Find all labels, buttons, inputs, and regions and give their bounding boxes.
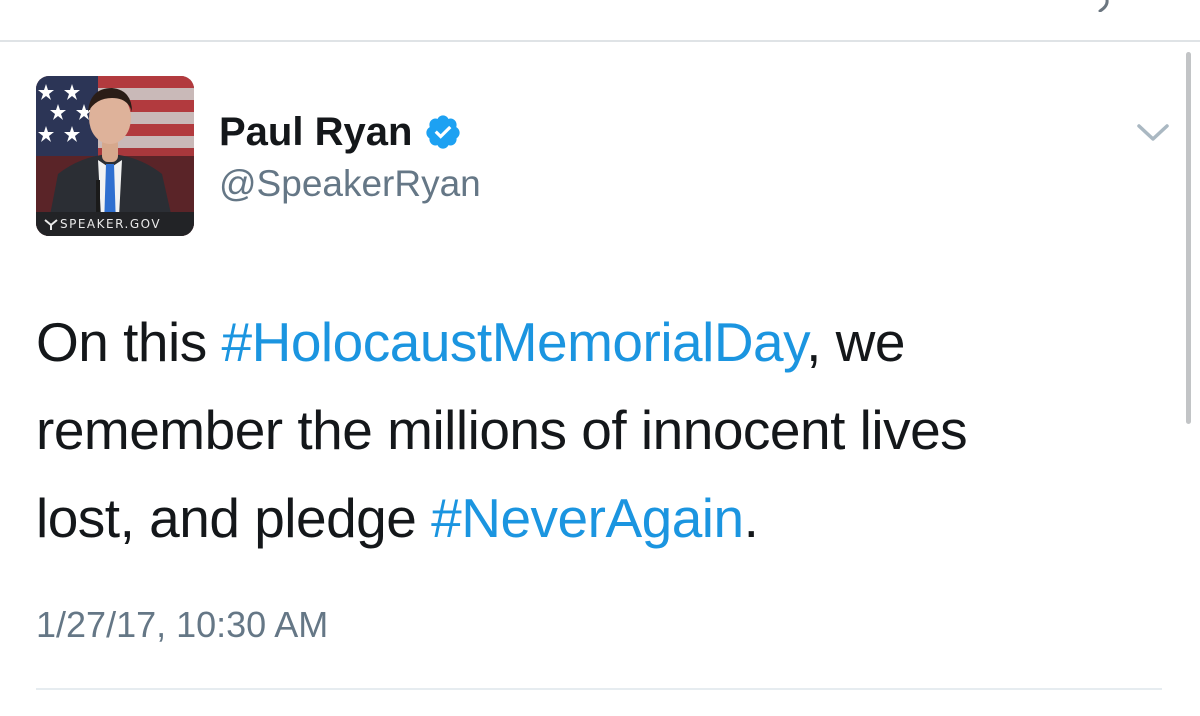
top-edge-partial-glyph (1098, 0, 1109, 12)
tweet-text-segment: , we (806, 311, 905, 373)
author-name-row[interactable]: Paul Ryan (219, 107, 462, 157)
tweet-text-segment: On this (36, 311, 222, 373)
tweet-text-line-3: lost, and pledge #NeverAgain. (36, 474, 1146, 562)
tweet-text-segment: . (743, 487, 759, 549)
tweet-text-line-2: remember the millions of innocent lives (36, 399, 968, 461)
hashtag-link-never-again[interactable]: #NeverAgain (431, 487, 744, 549)
chevron-down-icon[interactable] (1136, 122, 1170, 144)
hashtag-link-holocaust-memorial-day[interactable]: #HolocaustMemorialDay (222, 311, 807, 373)
avatar[interactable]: SPEAKER.GOV (36, 76, 194, 236)
verified-badge-icon (426, 115, 461, 149)
display-name[interactable]: Paul Ryan (219, 107, 412, 157)
tweet-text: On this #HolocaustMemorialDay, we rememb… (36, 298, 1146, 562)
avatar-caption: SPEAKER.GOV (60, 217, 162, 231)
tweet-timestamp: 1/27/17, 10:30 AM (36, 604, 329, 645)
author-handle[interactable]: @SpeakerRyan (219, 160, 481, 208)
tweet-text-segment: lost, and pledge (36, 487, 432, 549)
speaker-emblem-icon (44, 219, 58, 230)
bottom-divider (36, 688, 1162, 690)
tweet-card: SPEAKER.GOV Paul Ryan @SpeakerRyan On th… (0, 42, 1200, 716)
tweet-text-line-1: On this #HolocaustMemorialDay, we (36, 298, 1146, 386)
